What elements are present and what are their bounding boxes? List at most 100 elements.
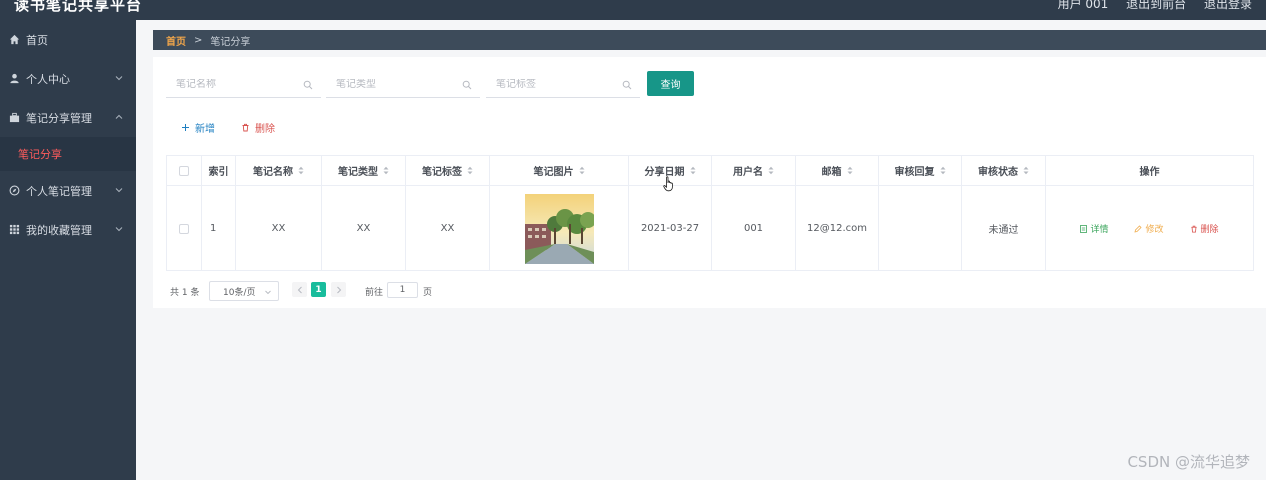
cell-note-name: XX — [236, 186, 322, 271]
briefcase-icon — [8, 112, 20, 124]
sidebar-item-home[interactable]: 首页 — [0, 20, 136, 59]
header-label: 索引 — [208, 167, 229, 178]
select-all-checkbox[interactable] — [179, 165, 189, 176]
header-note-name[interactable]: 笔记名称 — [236, 156, 322, 185]
sidebar-subitem-note-share[interactable]: 笔记分享 — [0, 137, 136, 171]
plus-icon — [181, 123, 190, 132]
logout-link[interactable]: 退出登录 — [1204, 0, 1252, 11]
sidebar-item-label: 个人笔记管理 — [26, 184, 92, 198]
sort-icon[interactable] — [940, 166, 946, 175]
query-button[interactable]: 查询 — [647, 71, 694, 96]
page-number-button[interactable]: 1 — [311, 282, 326, 297]
chevron-up-icon — [115, 114, 123, 119]
note-tag-search-input[interactable] — [486, 79, 640, 90]
note-type-search-field — [326, 72, 480, 98]
header-operations: 操作 — [1046, 156, 1253, 185]
sort-icon[interactable] — [579, 166, 585, 175]
header-email[interactable]: 邮箱 — [796, 156, 879, 185]
next-page-button[interactable] — [331, 282, 346, 297]
sidebar-item-my-favorites-management[interactable]: 我的收藏管理 — [0, 210, 136, 249]
sidebar: 首页 个人中心 笔记分享管理 笔记分享 个人笔记管理 我的收藏管理 — [0, 20, 136, 480]
content-panel: 查询 新增 删除 索引 笔记名称 — [153, 57, 1266, 308]
main-content: 首页 > 笔记分享 查询 新增 删除 — [136, 20, 1266, 480]
sort-icon[interactable] — [690, 166, 696, 175]
user-icon — [8, 73, 20, 85]
header-note-tag[interactable]: 笔记标签 — [406, 156, 490, 185]
sidebar-item-label: 个人中心 — [26, 72, 70, 86]
header-label: 笔记标签 — [422, 167, 462, 178]
batch-delete-button[interactable]: 删除 — [241, 120, 275, 135]
header-review-reply[interactable]: 审核回复 — [879, 156, 962, 185]
goto-page-input[interactable] — [387, 282, 418, 298]
table-row: 1 XX XX XX 2021-03-27 001 12@12.com 未通过 … — [167, 186, 1253, 271]
header-index: 索引 — [202, 156, 236, 185]
document-icon — [1080, 224, 1088, 233]
header-username[interactable]: 用户名 — [712, 156, 796, 185]
row-select-cell — [167, 186, 202, 271]
breadcrumb-current: 笔记分享 — [210, 36, 251, 48]
search-icon — [622, 80, 632, 90]
sidebar-item-personal-center[interactable]: 个人中心 — [0, 59, 136, 98]
sort-icon[interactable] — [768, 166, 774, 175]
cell-email: 12@12.com — [796, 186, 879, 271]
trash-icon — [241, 123, 250, 132]
sort-icon[interactable] — [298, 166, 304, 175]
header-note-type[interactable]: 笔记类型 — [322, 156, 406, 185]
delete-label: 删除 — [255, 124, 275, 135]
compass-icon — [8, 185, 20, 197]
top-bar: 读书笔记共享平台 用户 001 退出到前台 退出登录 — [0, 0, 1266, 20]
header-label: 邮箱 — [821, 167, 842, 178]
trash-icon — [1190, 225, 1198, 233]
header-label: 审核状态 — [978, 167, 1018, 178]
sidebar-item-personal-notes-management[interactable]: 个人笔记管理 — [0, 171, 136, 210]
row-delete-button[interactable]: 删除 — [1190, 222, 1219, 235]
cell-review-status: 未通过 — [962, 186, 1046, 271]
edit-label: 修改 — [1145, 225, 1164, 235]
row-delete-label: 删除 — [1200, 225, 1219, 235]
cell-note-type: XX — [322, 186, 406, 271]
exit-to-front-link[interactable]: 退出到前台 — [1126, 0, 1186, 11]
watermark: CSDN @流华追梦 — [1127, 453, 1250, 471]
cell-review-reply — [879, 186, 962, 271]
pencil-icon — [1134, 224, 1143, 233]
sidebar-item-note-share-management[interactable]: 笔记分享管理 — [0, 98, 136, 137]
grid-icon — [8, 224, 20, 236]
sort-icon[interactable] — [383, 166, 389, 175]
sidebar-item-label: 首页 — [26, 33, 48, 47]
add-label: 新增 — [195, 124, 215, 135]
sort-icon[interactable] — [1023, 166, 1029, 175]
header-label: 审核回复 — [894, 167, 935, 178]
note-type-search-input[interactable] — [326, 79, 480, 90]
header-label: 操作 — [1139, 167, 1160, 178]
prev-page-button[interactable] — [292, 282, 307, 297]
cell-note-tag: XX — [406, 186, 490, 271]
detail-label: 详情 — [1090, 225, 1109, 235]
table-header-row: 索引 笔记名称 笔记类型 笔记标签 笔记图片 分享日期 用户名 邮箱 审核回复 … — [167, 156, 1253, 186]
select-all-cell — [167, 156, 202, 185]
add-button[interactable]: 新增 — [181, 120, 215, 135]
cell-username: 001 — [712, 186, 796, 271]
detail-button[interactable]: 详情 — [1080, 222, 1108, 235]
chevron-down-icon — [115, 227, 123, 232]
header-label: 用户名 — [733, 167, 763, 178]
sort-icon[interactable] — [467, 166, 473, 175]
row-checkbox[interactable] — [179, 223, 189, 234]
top-links: 用户 001 退出到前台 退出登录 — [1044, 0, 1252, 12]
page-size-select[interactable]: 10条/页 — [209, 281, 279, 301]
sidebar-item-label: 我的收藏管理 — [26, 223, 92, 237]
chevron-down-icon — [265, 290, 271, 295]
cell-index: 1 — [202, 186, 236, 271]
edit-button[interactable]: 修改 — [1134, 222, 1164, 235]
note-tag-search-field — [486, 72, 640, 98]
home-icon — [8, 34, 20, 46]
breadcrumb-home-link[interactable]: 首页 — [166, 33, 186, 48]
breadcrumb: 首页 > 笔记分享 — [153, 30, 1266, 50]
header-label: 笔记名称 — [253, 167, 293, 178]
goto-label: 前往 — [365, 288, 384, 298]
header-note-image[interactable]: 笔记图片 — [490, 156, 629, 185]
sort-icon[interactable] — [847, 166, 853, 175]
note-name-search-input[interactable] — [166, 79, 321, 90]
search-icon — [462, 80, 472, 90]
header-review-status[interactable]: 审核状态 — [962, 156, 1046, 185]
note-thumbnail-image[interactable] — [524, 193, 594, 264]
